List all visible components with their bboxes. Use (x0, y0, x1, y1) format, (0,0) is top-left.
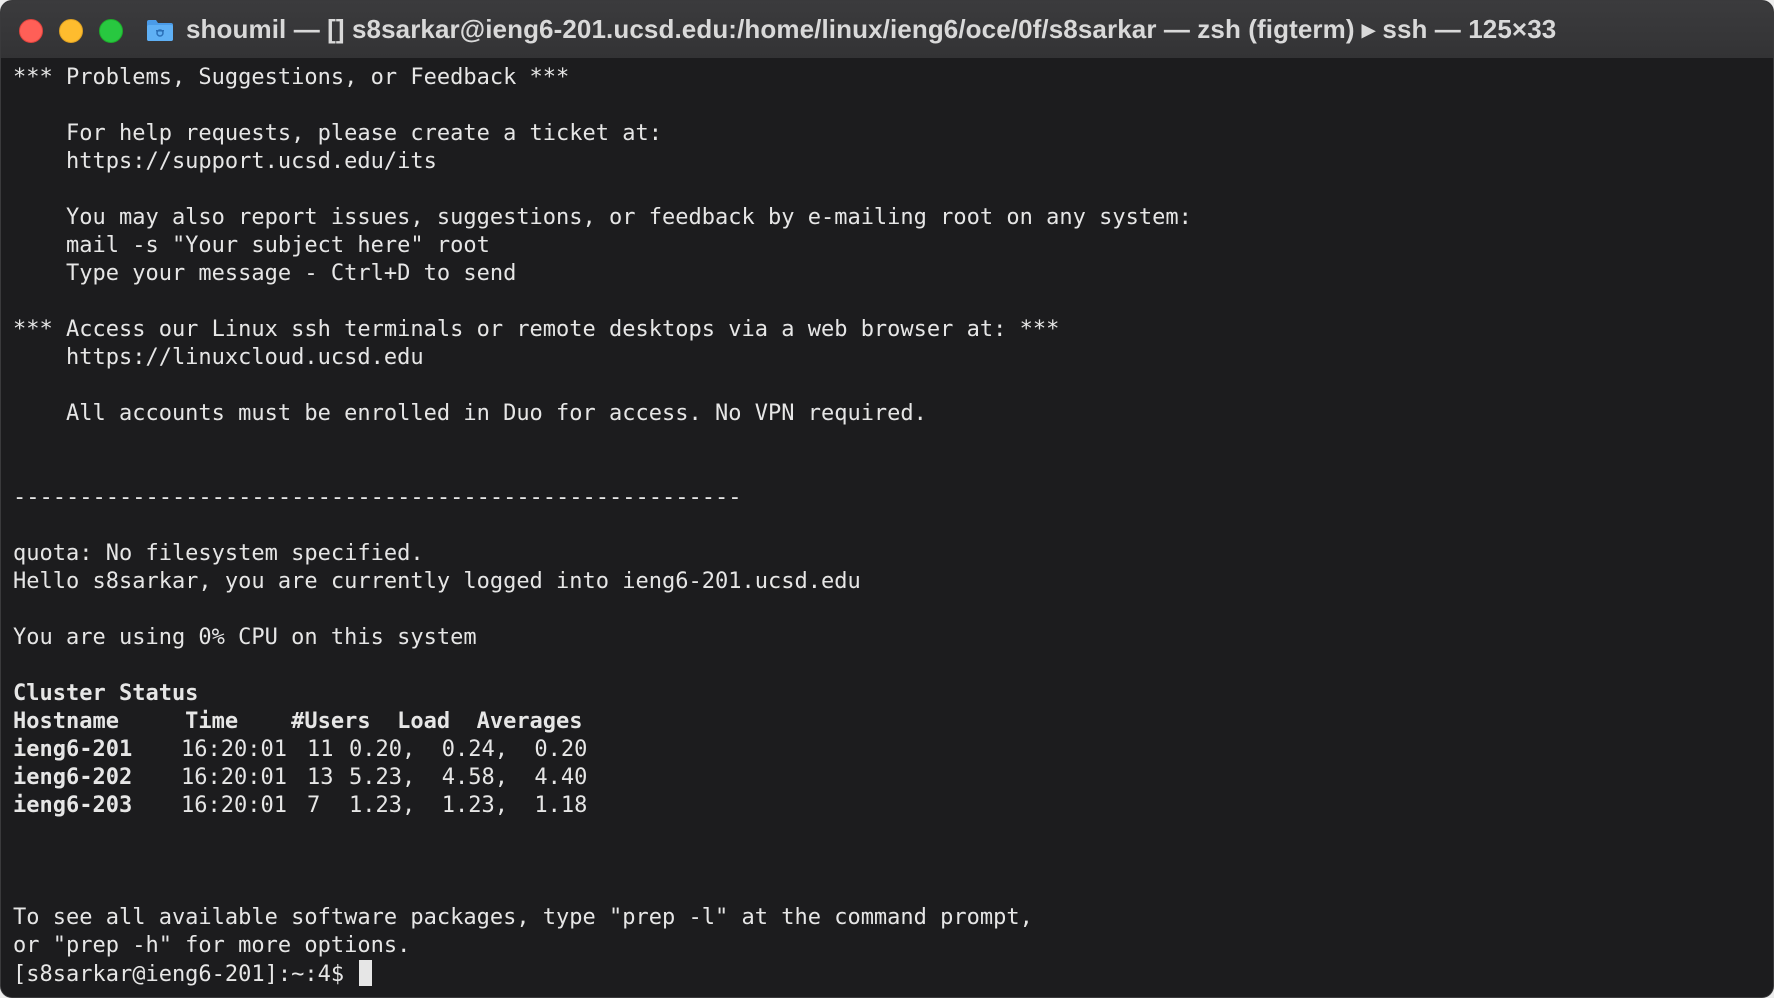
close-icon[interactable] (19, 19, 43, 43)
motd-line: You are using 0% CPU on this system (13, 625, 477, 650)
cluster-status-title: Cluster Status (13, 681, 199, 706)
footer-line (13, 876, 1773, 904)
load-averages-cell: 0.20, 0.24, 0.20 (349, 737, 588, 762)
motd-line: You may also report issues, suggestions,… (13, 205, 1192, 230)
time-cell: 16:20:01 (181, 737, 287, 762)
motd-line: ----------------------------------------… (13, 485, 742, 510)
motd-line: *** Access our Linux ssh terminals or re… (13, 317, 1060, 342)
table-row: ieng6-201 16:20:01 11 0.20, 0.24, 0.20 (13, 736, 1773, 764)
motd-line (13, 372, 1773, 400)
hostname-cell: ieng6-201 (13, 737, 133, 762)
terminal-window: shoumil — [] s8sarkar@ieng6-201.ucsd.edu… (0, 0, 1774, 998)
load-averages-cell: 1.23, 1.23, 1.18 (349, 793, 588, 818)
footer-line (13, 848, 1773, 876)
motd-line (13, 512, 1773, 540)
cluster-table-header: Hostname Time #Users Load Averages (13, 709, 583, 734)
folder-icon (146, 18, 174, 42)
shell-prompt: [s8sarkar@ieng6-201]:~:4$ (13, 962, 358, 987)
motd-line (13, 92, 1773, 120)
motd-line: *** Problems, Suggestions, or Feedback *… (13, 65, 570, 90)
footer-line: To see all available software packages, … (13, 905, 1033, 930)
zoom-icon[interactable] (99, 19, 123, 43)
motd-line: Hello s8sarkar, you are currently logged… (13, 569, 861, 594)
window-title: shoumil — [] s8sarkar@ieng6-201.ucsd.edu… (186, 14, 1557, 44)
cluster-table: ieng6-201 16:20:01 11 0.20, 0.24, 0.20 ieng6… (13, 736, 1773, 820)
footer-block: To see all available software packages, … (13, 820, 1773, 960)
time-cell: 16:20:01 (181, 793, 287, 818)
text-cursor (359, 960, 373, 986)
motd-line (13, 176, 1773, 204)
motd-line (13, 288, 1773, 316)
load-averages-cell: 5.23, 4.58, 4.40 (349, 765, 588, 790)
title-bar[interactable]: shoumil — [] s8sarkar@ieng6-201.ucsd.edu… (1, 1, 1773, 59)
motd-line: https://linuxcloud.ucsd.edu (13, 345, 424, 370)
table-row: ieng6-202 16:20:01 13 5.23, 4.58, 4.40 (13, 764, 1773, 792)
terminal-output[interactable]: *** Problems, Suggestions, or Feedback *… (1, 58, 1773, 997)
motd-line (13, 456, 1773, 484)
prompt-line[interactable]: [s8sarkar@ieng6-201]:~:4$ (13, 960, 1773, 988)
hostname-cell: ieng6-202 (13, 765, 133, 790)
footer-line (13, 820, 1773, 848)
motd-line: quota: No filesystem specified. (13, 541, 424, 566)
motd-line: All accounts must be enrolled in Duo for… (13, 401, 927, 426)
motd-line (13, 428, 1773, 456)
time-cell: 16:20:01 (181, 765, 287, 790)
users-cell: 11 (307, 737, 334, 762)
users-cell: 13 (307, 765, 334, 790)
motd-line (13, 596, 1773, 624)
traffic-lights (19, 19, 123, 43)
table-row: ieng6-203 16:20:01 7 1.23, 1.23, 1.18 (13, 792, 1773, 820)
motd-line: mail -s "Your subject here" root (13, 233, 490, 258)
minimize-icon[interactable] (59, 19, 83, 43)
footer-line: or "prep -h" for more options. (13, 933, 411, 958)
motd-line: For help requests, please create a ticke… (13, 121, 663, 146)
window-title-group: shoumil — [] s8sarkar@ieng6-201.ucsd.edu… (146, 1, 1556, 58)
motd-block: *** Problems, Suggestions, or Feedback *… (13, 64, 1773, 680)
motd-line (13, 652, 1773, 680)
motd-line: https://support.ucsd.edu/its (13, 149, 437, 174)
motd-line: Type your message - Ctrl+D to send (13, 261, 517, 286)
hostname-cell: ieng6-203 (13, 793, 133, 818)
users-cell: 7 (307, 793, 321, 818)
